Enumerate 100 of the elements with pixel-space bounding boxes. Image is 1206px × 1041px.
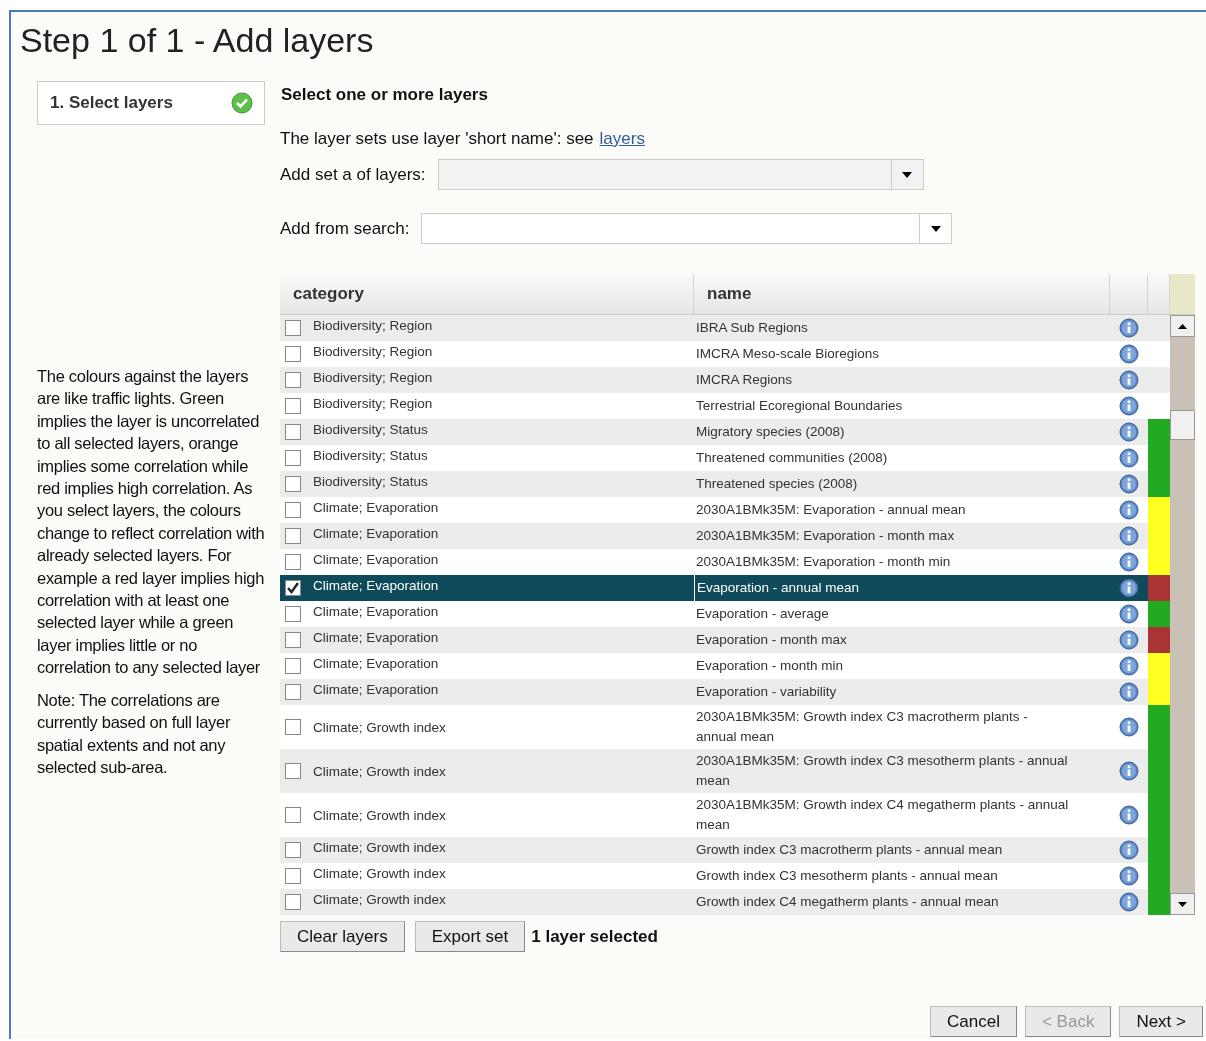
scrollbar[interactable] <box>1170 315 1195 915</box>
name-cell-text: 2030A1BMk35M: Evaporation - month max <box>696 527 955 545</box>
checkbox[interactable] <box>285 502 301 518</box>
category-cell: Climate; Growth index <box>313 719 446 735</box>
category-cell-text: Biodiversity; Status <box>313 421 428 437</box>
checkbox[interactable] <box>285 476 301 492</box>
info-icon[interactable] <box>1119 396 1139 416</box>
checkbox[interactable] <box>285 372 301 388</box>
table-row[interactable]: Biodiversity; Status Threatened species (2008) <box>280 471 1170 497</box>
table-row[interactable]: Climate; Evaporation 2030A1BMk35M: Evaporation - annual mean <box>280 497 1170 523</box>
table-row[interactable]: Biodiversity; Status Threatened communities (2008) <box>280 445 1170 471</box>
wizard-title: Step 1 of 1 - Add layers <box>20 20 375 60</box>
checkbox[interactable] <box>285 894 301 910</box>
info-icon[interactable] <box>1119 578 1139 598</box>
info-icon[interactable] <box>1119 805 1139 825</box>
name-cell-text: Evaporation - month max <box>696 631 847 649</box>
column-header[interactable]: name <box>694 284 752 304</box>
table-row[interactable]: Biodiversity; Region IMCRA Meso-scale Bioregions <box>280 341 1170 367</box>
checkbox[interactable] <box>285 658 301 674</box>
checkbox[interactable] <box>285 763 301 779</box>
info-icon[interactable] <box>1119 656 1139 676</box>
info-icon[interactable] <box>1119 717 1139 737</box>
info-icon[interactable] <box>1119 474 1139 494</box>
checkbox[interactable] <box>285 719 301 735</box>
checkbox[interactable] <box>285 868 301 884</box>
info-icon[interactable] <box>1119 761 1139 781</box>
info-icon[interactable] <box>1119 370 1139 390</box>
table-row[interactable]: Climate; Growth index 2030A1BMk35M: Growth index C4 megatherm plants - annual mean <box>280 793 1170 837</box>
table-row[interactable]: Climate; Growth index Growth index C3 mesotherm plants - annual mean <box>280 863 1170 889</box>
info-icon[interactable] <box>1119 448 1139 468</box>
dropdown-field[interactable] <box>421 213 953 244</box>
table-row[interactable]: Biodiversity; Status Migratory species (2008) <box>280 419 1170 445</box>
category-cell-text: Biodiversity; Region <box>313 317 433 333</box>
table-row[interactable]: Climate; Evaporation 2030A1BMk35M: Evaporation - month max <box>280 523 1170 549</box>
info-icon[interactable] <box>1119 682 1139 702</box>
info-icon[interactable] <box>1119 552 1139 572</box>
category-cell: Climate; Growth index <box>313 807 446 823</box>
category-cell-text: Climate; Evaporation <box>313 499 439 515</box>
category-cell-text: Climate; Evaporation <box>313 577 439 593</box>
checkbox[interactable] <box>285 632 301 648</box>
category-cell-text: Climate; Evaporation <box>313 655 439 671</box>
table-row[interactable]: Climate; Evaporation Evaporation - average <box>280 601 1170 627</box>
info-icon[interactable] <box>1119 604 1139 624</box>
table-row[interactable]: Climate; Evaporation Evaporation - variability <box>280 679 1170 705</box>
category-cell-text: Biodiversity; Status <box>313 447 428 463</box>
checkbox[interactable] <box>285 554 301 570</box>
checkbox[interactable] <box>285 606 301 622</box>
info-icon[interactable] <box>1119 866 1139 886</box>
info-icon[interactable] <box>1119 344 1139 364</box>
info-icon[interactable] <box>1119 630 1139 650</box>
checkbox[interactable] <box>285 320 301 336</box>
step-item[interactable]: 1. Select layers <box>37 81 265 125</box>
field-label: Add set a of layers: <box>280 164 426 185</box>
checkbox[interactable] <box>285 684 301 700</box>
checkbox[interactable] <box>285 528 301 544</box>
checkbox[interactable] <box>285 450 301 466</box>
scroll-up-button[interactable] <box>1170 315 1195 337</box>
header-cell <box>1170 274 1195 314</box>
layers-link[interactable]: layers <box>599 129 645 149</box>
table-row[interactable]: Climate; Growth index 2030A1BMk35M: Growth index C3 mesotherm plants - annual mean <box>280 749 1170 793</box>
nav-button[interactable]: Next > <box>1119 1006 1203 1037</box>
table-row[interactable]: Climate; Evaporation Evaporation - month max <box>280 627 1170 653</box>
info-icon[interactable] <box>1119 526 1139 546</box>
checkbox[interactable] <box>285 424 301 440</box>
table-row[interactable]: Climate; Growth index 2030A1BMk35M: Growth index C3 macrotherm plants - annual mean <box>280 705 1170 749</box>
table-row[interactable]: Climate; Growth index Growth index C3 macrotherm plants - annual mean <box>280 837 1170 863</box>
info-icon[interactable] <box>1119 318 1139 338</box>
table-row[interactable]: Climate; Evaporation Evaporation - month min <box>280 653 1170 679</box>
table-row[interactable]: Biodiversity; Region IBRA Sub Regions <box>280 315 1170 341</box>
name-cell-text: Growth index C4 megatherm plants - annual mean <box>696 893 999 911</box>
checkbox[interactable] <box>285 580 301 596</box>
step-label: 1. Select layers <box>50 93 173 113</box>
name-cell-text: Migratory species (2008) <box>696 423 845 441</box>
scrollbar-thumb[interactable] <box>1170 410 1195 440</box>
table-row[interactable]: Biodiversity; Region IMCRA Regions <box>280 367 1170 393</box>
checkbox[interactable] <box>285 346 301 362</box>
name-cell-text: IMCRA Meso-scale Bioregions <box>696 345 880 363</box>
name-cell-text: Growth index C3 macrotherm plants - annual mean <box>696 841 1003 859</box>
checkbox[interactable] <box>285 842 301 858</box>
info-icon[interactable] <box>1119 840 1139 860</box>
info-icon[interactable] <box>1119 892 1139 912</box>
table-row[interactable]: Biodiversity; Region Terrestrial Ecoregional Boundaries <box>280 393 1170 419</box>
action-button[interactable]: Export set <box>414 921 526 952</box>
table-row[interactable]: Climate; Evaporation Evaporation - annual mean <box>280 575 1170 601</box>
category-cell-text: Biodiversity; Status <box>313 473 428 489</box>
checkbox[interactable] <box>285 807 301 823</box>
action-button[interactable]: Clear layers <box>280 921 405 952</box>
checkbox[interactable] <box>285 398 301 414</box>
info-icon[interactable] <box>1119 500 1139 520</box>
info-icon[interactable] <box>1119 422 1139 442</box>
name-cell-text: Threatened communities (2008) <box>696 449 888 467</box>
table-row[interactable]: Climate; Evaporation 2030A1BMk35M: Evaporation - month min <box>280 549 1170 575</box>
category-cell-text: Climate; Evaporation <box>313 681 439 697</box>
table-row[interactable]: Climate; Growth index Growth index C4 megatherm plants - annual mean <box>280 889 1170 915</box>
column-header[interactable]: category <box>280 284 364 304</box>
name-cell-text: Threatened species (2008) <box>696 475 858 493</box>
name-cell-text: 2030A1BMk35M: Growth index C4 megatherm plants - annual mean <box>696 796 1070 834</box>
nav-button[interactable]: Cancel <box>930 1006 1017 1037</box>
caret-down-icon <box>930 225 941 232</box>
scroll-down-button[interactable] <box>1170 893 1195 915</box>
